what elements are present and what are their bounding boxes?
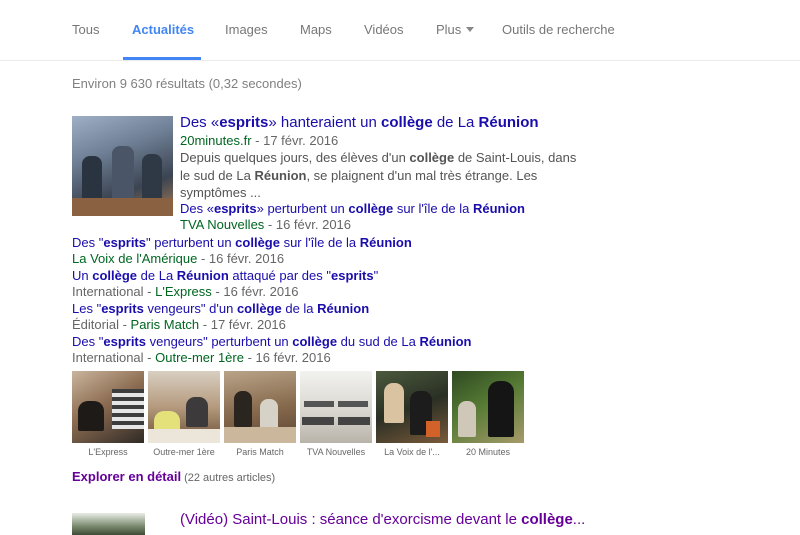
thumbnail-caption: Outre-mer 1ère bbox=[153, 447, 215, 457]
next-result-thumbnail[interactable] bbox=[72, 513, 145, 535]
source-name[interactable]: Paris Match bbox=[131, 317, 200, 332]
tab-more[interactable]: Plus bbox=[436, 22, 475, 37]
explore-more: Explorer en détail (22 autres articles) bbox=[72, 469, 275, 484]
thumbnail-caption: La Voix de l'... bbox=[384, 447, 440, 457]
source-name[interactable]: L'Express bbox=[155, 284, 212, 299]
explore-more-link[interactable]: Explorer en détail bbox=[72, 469, 181, 484]
related-article-source: International - Outre-mer 1ère - 16 févr… bbox=[72, 350, 331, 365]
publish-date: - 16 févr. 2016 bbox=[243, 350, 331, 365]
related-article-source: International - L'Express - 16 févr. 201… bbox=[72, 284, 299, 299]
main-result-source: 20minutes.fr - 17 févr. 2016 bbox=[180, 133, 338, 148]
thumbnail-image[interactable] bbox=[72, 371, 144, 443]
section-label: International - bbox=[72, 284, 156, 299]
related-article-link[interactable]: Un collège de La Réunion attaqué par des… bbox=[72, 268, 378, 283]
thumbnail-image[interactable] bbox=[300, 371, 372, 443]
main-result-title[interactable]: Des «esprits» hanteraient un collège de … bbox=[180, 114, 539, 131]
publish-date: - 17 févr. 2016 bbox=[251, 133, 339, 148]
source-name[interactable]: TVA Nouvelles bbox=[180, 217, 264, 232]
publish-date: - 16 févr. 2016 bbox=[211, 284, 299, 299]
tab-search-tools[interactable]: Outils de recherche bbox=[502, 22, 615, 37]
source-name[interactable]: La Voix de l'Amérique bbox=[72, 251, 197, 266]
tab-images[interactable]: Images bbox=[225, 22, 268, 37]
thumbnail-image[interactable] bbox=[452, 371, 524, 443]
thumbnail-card[interactable]: Outre-mer 1ère bbox=[148, 371, 220, 457]
tab-videos[interactable]: Vidéos bbox=[364, 22, 404, 37]
thumbnail-caption: L'Express bbox=[88, 447, 128, 457]
related-article-source: TVA Nouvelles - 16 févr. 2016 bbox=[180, 217, 351, 232]
tab-news[interactable]: Actualités bbox=[132, 22, 194, 37]
publish-date: - 16 févr. 2016 bbox=[197, 251, 285, 266]
thumbnail-card[interactable]: 20 Minutes bbox=[452, 371, 524, 457]
thumbnail-caption: Paris Match bbox=[236, 447, 284, 457]
related-article-source: La Voix de l'Amérique - 16 févr. 2016 bbox=[72, 251, 284, 266]
source-name[interactable]: Outre-mer 1ère bbox=[155, 350, 244, 365]
thumbnail-card[interactable]: La Voix de l'... bbox=[376, 371, 448, 457]
caret-down-icon bbox=[466, 27, 475, 33]
tab-all[interactable]: Tous bbox=[72, 22, 99, 37]
active-tab-indicator bbox=[123, 57, 201, 60]
section-label: International - bbox=[72, 350, 156, 365]
thumbnail-image[interactable] bbox=[224, 371, 296, 443]
thumbnail-card[interactable]: L'Express bbox=[72, 371, 144, 457]
thumbnail-caption: TVA Nouvelles bbox=[306, 447, 366, 457]
main-result-snippet: Depuis quelques jours, des élèves d'un c… bbox=[180, 150, 577, 200]
thumbnail-image[interactable] bbox=[148, 371, 220, 443]
related-article-link[interactable]: Les "esprits vengeurs" d'un collège de l… bbox=[72, 301, 369, 316]
related-article-source: Éditorial - Paris Match - 17 févr. 2016 bbox=[72, 317, 286, 332]
related-article-link[interactable]: Des "esprits" perturbent un collège sur … bbox=[72, 235, 412, 250]
publish-date: - 16 févr. 2016 bbox=[264, 217, 352, 232]
search-tabs: Tous Actualités Images Maps Vidéos Plus … bbox=[0, 0, 800, 61]
thumbnail-caption: 20 Minutes bbox=[465, 447, 511, 457]
thumbnail-card[interactable]: TVA Nouvelles bbox=[300, 371, 372, 457]
main-result-thumbnail[interactable] bbox=[72, 116, 173, 216]
related-article-link[interactable]: Des "esprits vengeurs" perturbent un col… bbox=[72, 334, 471, 349]
tab-maps[interactable]: Maps bbox=[300, 22, 332, 37]
explore-more-count: (22 autres articles) bbox=[184, 472, 276, 484]
source-name[interactable]: 20minutes.fr bbox=[180, 133, 252, 148]
section-label: Éditorial - bbox=[72, 317, 131, 332]
related-article-link[interactable]: Des «esprits» perturbent un collège sur … bbox=[180, 201, 525, 216]
next-result-title[interactable]: (Vidéo) Saint-Louis : séance d'exorcisme… bbox=[180, 511, 585, 528]
publish-date: - 17 févr. 2016 bbox=[199, 317, 286, 332]
thumbnail-card[interactable]: Paris Match bbox=[224, 371, 296, 457]
result-stats: Environ 9 630 résultats (0,32 secondes) bbox=[72, 76, 302, 91]
tab-more-label: Plus bbox=[436, 22, 462, 37]
thumbnail-image[interactable] bbox=[376, 371, 448, 443]
